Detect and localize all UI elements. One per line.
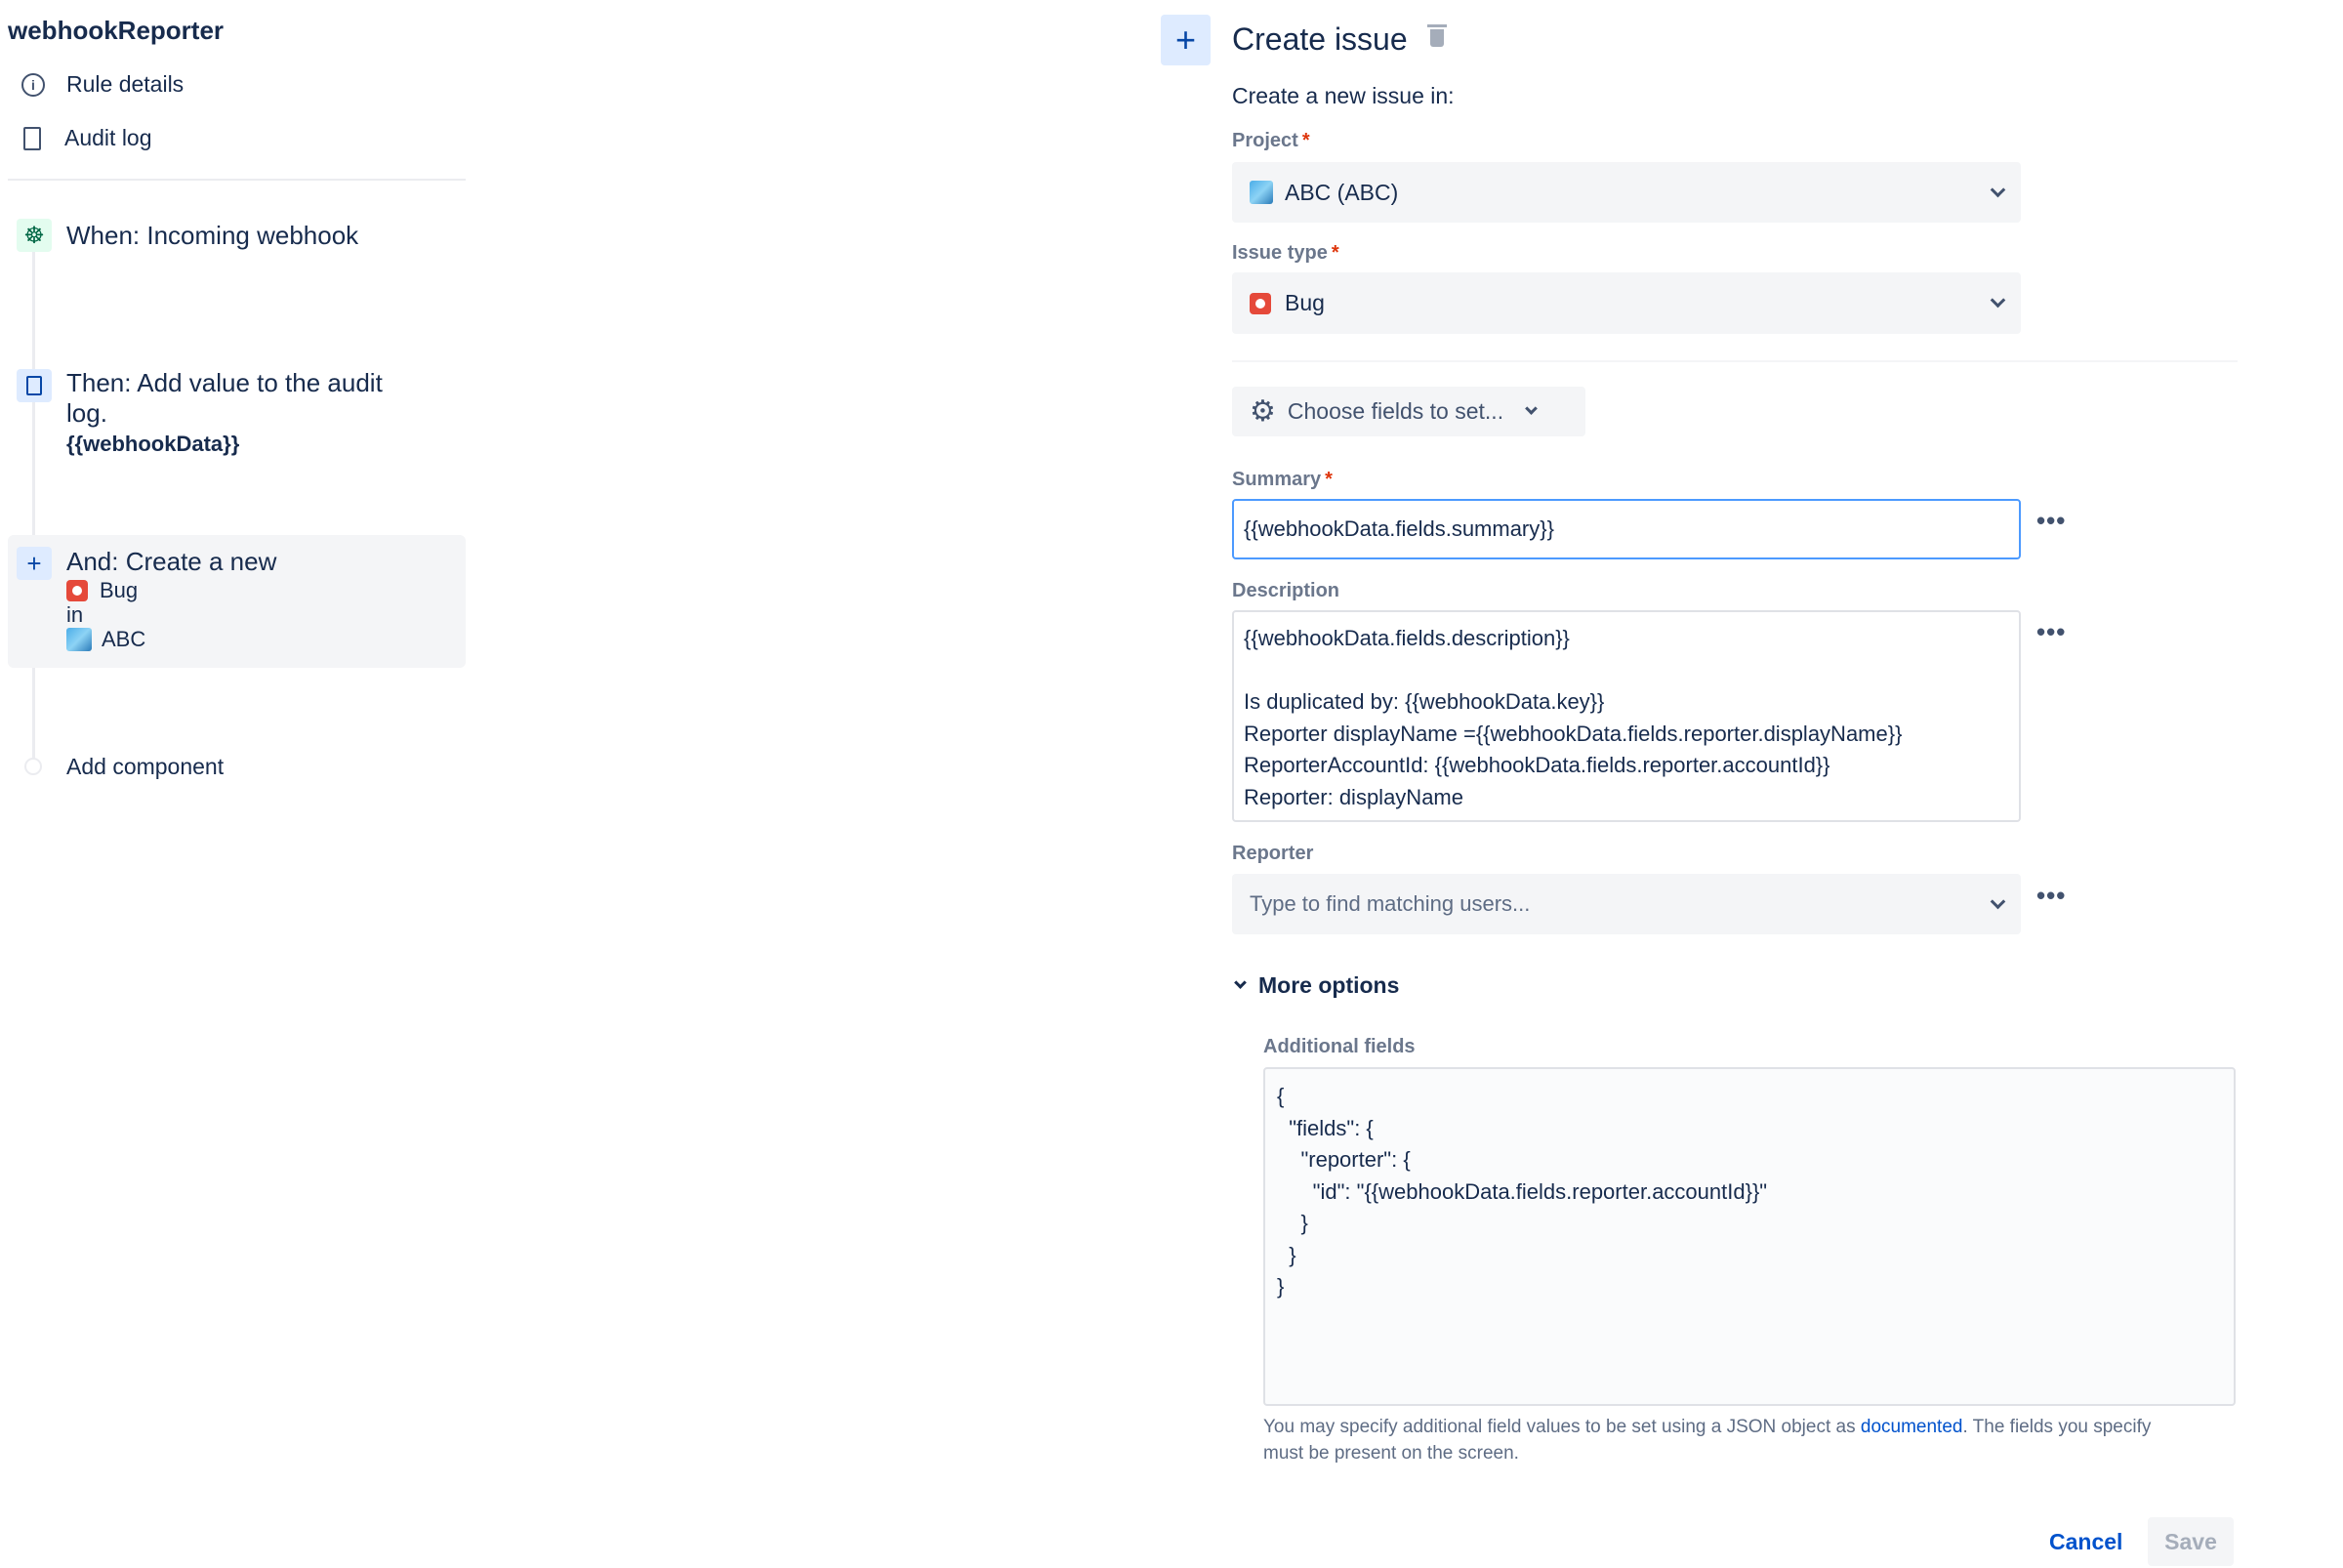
create-step-type: Bug [100,578,139,602]
description-label: Description [1232,580,1340,601]
code-line: "id": "{{webhookData.fields.reporter.acc… [1277,1178,1768,1204]
chevron-down-icon [1990,182,2006,197]
panel-title: Create issue [1232,21,1408,57]
rule-title: webhookReporter [8,16,225,45]
additional-fields-textarea[interactable]: { "fields": { "reporter": { "id": "{{web… [1263,1067,2236,1406]
trigger-step[interactable]: When: Incoming webhook [66,221,358,251]
documented-link[interactable]: documented [1861,1417,1963,1437]
more-options-label: More options [1258,972,1400,998]
summary-more-icon[interactable]: ••• [2036,506,2066,536]
project-icon [1250,181,1273,204]
divider [8,179,466,181]
create-step-title: And: Create a new [66,547,277,576]
help-text: You may specify additional field values … [1263,1417,2152,1464]
webhook-icon: ☸ [17,219,52,252]
sidebar-item-rule-details[interactable]: i Rule details [21,71,184,98]
issue-type-select[interactable]: Bug [1232,272,2021,334]
description-textarea[interactable]: {{webhookData.fields.description}} Is du… [1232,610,2021,822]
audit-step-title-cont: log. [66,398,107,428]
intro-text: Create a new issue in: [1232,83,1455,108]
description-line [1244,655,2009,687]
audit-step-title: Then: Add value to the audit [66,368,383,397]
chevron-down-icon [1990,893,2006,909]
code-line: } [1277,1211,1308,1235]
timeline-line [32,251,35,759]
chevron-down-icon [1525,402,1538,415]
audit-step-value: {{webhookData}} [66,432,240,456]
summary-label: Summary * [1232,469,1333,490]
sidebar-item-label: Rule details [66,71,185,97]
cancel-button[interactable]: Cancel [2049,1529,2122,1555]
add-component-circle-icon [24,758,42,775]
description-line: Reporter displayName ={{webhookData.fiel… [1244,721,1903,746]
reporter-select[interactable]: Type to find matching users... [1232,874,2021,934]
create-issue-icon: + [1161,15,1211,65]
issue-type-label: Issue type * [1232,242,1339,264]
save-button[interactable]: Save [2148,1517,2234,1566]
description-more-icon[interactable]: ••• [2036,617,2066,647]
issue-type-value: Bug [1285,290,1325,315]
sidebar-item-label: Audit log [64,125,152,150]
info-icon: i [21,72,45,97]
reporter-placeholder: Type to find matching users... [1250,891,1531,916]
gear-icon: ⚙ [1250,395,1276,428]
project-value: ABC (ABC) [1285,179,1399,205]
reporter-more-icon[interactable]: ••• [2036,881,2066,911]
create-step-project: ABC [102,627,146,651]
plus-icon: + [17,547,52,580]
description-line: {{webhookData.fields.description}} [1244,626,1570,650]
create-step-in: in [66,602,84,627]
description-line: ReporterAccountId: {{webhookData.fields.… [1244,753,1830,777]
reporter-label: Reporter [1232,843,1314,864]
additional-fields-label: Additional fields [1263,1036,1416,1057]
code-line: { [1277,1084,1285,1108]
more-options-toggle[interactable]: More options [1234,972,1400,999]
audit-step[interactable]: Then: Add value to the audit log. {{webh… [66,368,383,459]
audit-log-icon [17,369,52,402]
bug-icon [66,580,88,601]
description-line: Reporter: displayName [1244,784,1463,809]
divider [1232,360,2238,362]
add-component-button[interactable]: Add component [66,754,224,780]
code-line: "reporter": { [1277,1147,1411,1172]
chevron-down-icon [1990,292,2006,309]
description-line: Is duplicated by: {{webhookData.key}} [1244,689,1605,714]
summary-input[interactable]: {{webhookData.fields.summary}} [1232,499,2021,559]
document-icon [23,126,41,150]
code-line: } [1277,1274,1285,1299]
sidebar-item-audit-log[interactable]: Audit log [23,125,152,151]
choose-fields-label: Choose fields to set... [1287,398,1504,424]
code-line: "fields": { [1277,1115,1374,1140]
bug-icon [1250,292,1271,314]
trash-icon[interactable] [1427,24,1447,47]
project-label: Project * [1232,130,1310,151]
choose-fields-button[interactable]: ⚙ Choose fields to set... [1232,387,1585,436]
project-icon [66,628,92,651]
chevron-down-icon [1234,976,1247,989]
project-select[interactable]: ABC (ABC) [1232,162,2021,223]
code-line: } [1277,1242,1296,1267]
